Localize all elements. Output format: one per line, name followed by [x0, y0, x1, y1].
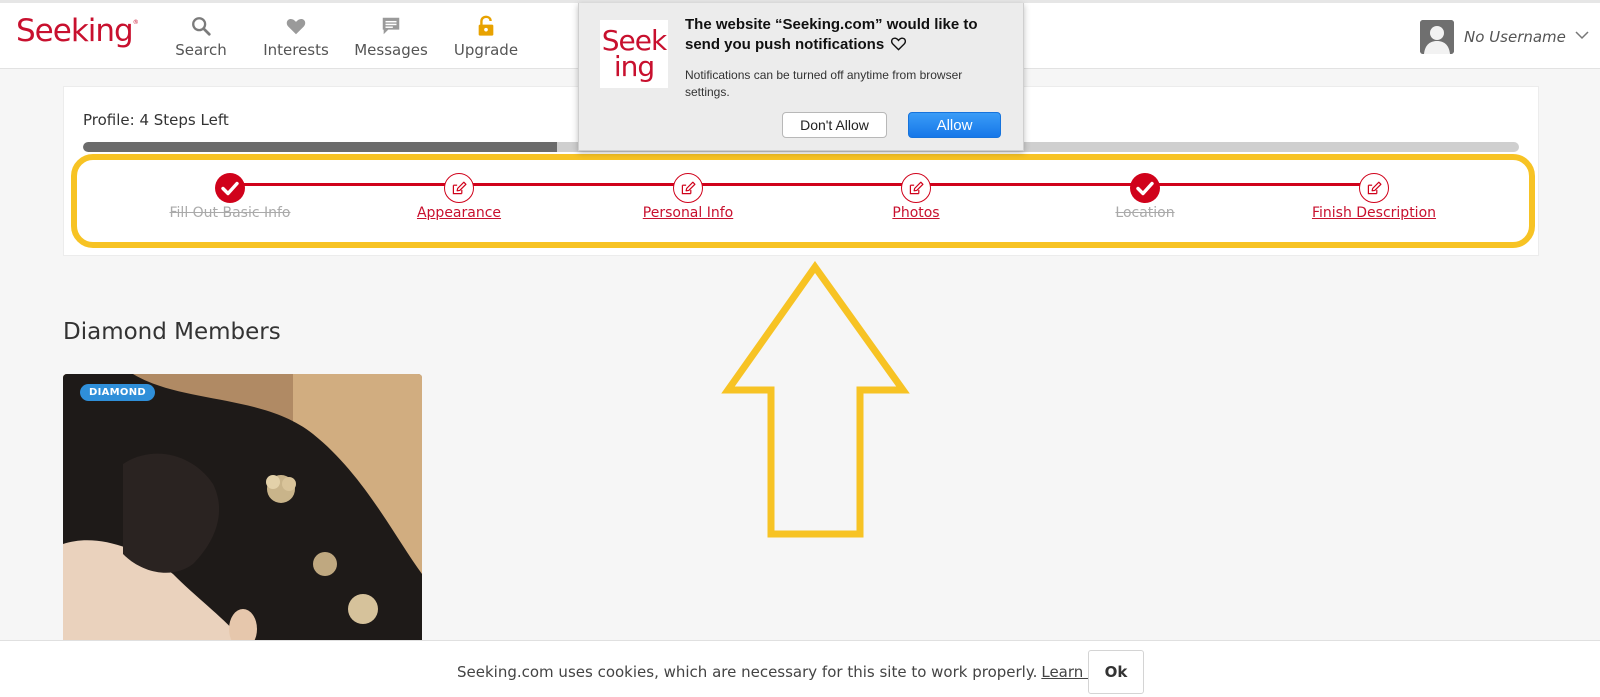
diamond-members-title: Diamond Members: [63, 319, 281, 345]
step-marker: [673, 173, 703, 203]
edit-icon: [1367, 181, 1382, 195]
nav-search-label: Search: [175, 41, 227, 59]
user-menu[interactable]: No Username: [1400, 19, 1600, 55]
nav-messages-label: Messages: [354, 41, 428, 59]
step-marker: [215, 173, 245, 203]
cookie-text: Seeking.com uses cookies, which are nece…: [457, 663, 1127, 681]
username: No Username: [1464, 28, 1566, 46]
chevron-down-icon: [1575, 31, 1589, 40]
cookie-ok-button[interactable]: Ok: [1088, 650, 1144, 694]
heart-outline-icon: [891, 37, 907, 51]
step-personal-info: Personal Info: [558, 173, 818, 221]
diamond-badge: DIAMOND: [80, 384, 155, 401]
nav-search[interactable]: Search: [161, 15, 241, 59]
step-photos: Photos: [786, 173, 1046, 221]
profile-progress-fill: [83, 142, 557, 152]
step-marker: [901, 173, 931, 203]
cookie-banner: Seeking.com uses cookies, which are nece…: [0, 640, 1600, 697]
step-marker: [1359, 173, 1389, 203]
step-label: Fill Out Basic Info: [169, 205, 291, 221]
dont-allow-button[interactable]: Don't Allow: [782, 112, 887, 138]
nav-messages[interactable]: Messages: [351, 15, 431, 59]
step-label[interactable]: Appearance: [329, 205, 589, 221]
step-label[interactable]: Finish Description: [1244, 205, 1504, 221]
seeking-popup-logo: Seek ing: [600, 20, 668, 88]
push-notification-prompt: Seek ing The website “Seeking.com” would…: [578, 3, 1024, 151]
avatar: [1420, 20, 1454, 54]
nav-upgrade-label: Upgrade: [453, 41, 519, 59]
nav-upgrade[interactable]: Upgrade: [446, 15, 526, 59]
member-photo: [63, 374, 422, 654]
step-label[interactable]: Personal Info: [558, 205, 818, 221]
nav-interests-label: Interests: [263, 41, 329, 59]
step-marker: [1130, 173, 1160, 203]
checkmark-icon: [221, 181, 239, 196]
allow-button[interactable]: Allow: [908, 112, 1001, 138]
seeking-logo[interactable]: Seeking®: [16, 13, 139, 49]
step-location: Location: [1015, 173, 1275, 221]
step-finish-description: Finish Description: [1244, 173, 1504, 221]
profile-steps-left: Profile: 4 Steps Left: [83, 111, 229, 129]
push-prompt-body: Notifications can be turned off anytime …: [685, 68, 963, 99]
cookie-message: Seeking.com uses cookies, which are nece…: [457, 663, 1038, 681]
edit-icon: [452, 181, 467, 195]
arrow-up-annotation: [721, 261, 910, 538]
edit-icon: [909, 181, 924, 195]
step-appearance: Appearance: [329, 173, 589, 221]
search-icon: [161, 15, 241, 37]
push-prompt-title: The website “Seeking.com” would like to …: [685, 16, 978, 53]
unlock-icon: [446, 15, 526, 37]
step-basic-info: Fill Out Basic Info: [100, 173, 360, 221]
step-label[interactable]: Photos: [786, 205, 1046, 221]
step-label: Location: [1115, 205, 1175, 221]
nav-interests[interactable]: Interests: [256, 15, 336, 59]
checkmark-icon: [1136, 181, 1154, 196]
chat-icon: [351, 15, 431, 37]
heart-icon: [256, 15, 336, 37]
step-marker: [444, 173, 474, 203]
edit-icon: [681, 181, 696, 195]
diamond-member-card[interactable]: DIAMOND: [63, 374, 422, 654]
